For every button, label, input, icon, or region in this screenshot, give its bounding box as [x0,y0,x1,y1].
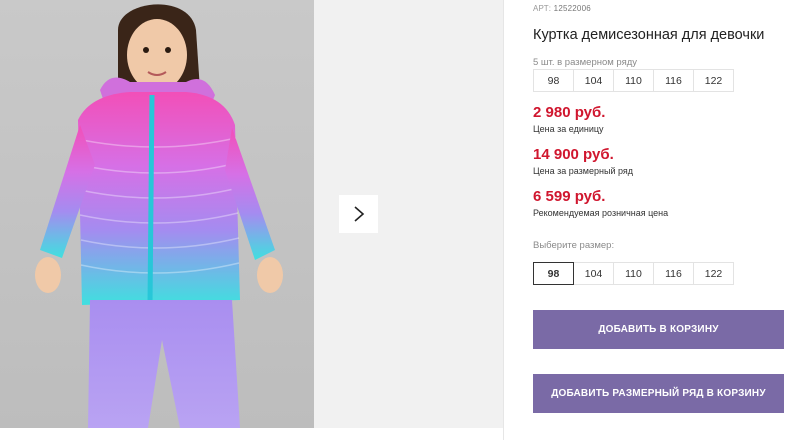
size-row-item: 104 [573,69,614,92]
size-row-item: 98 [533,69,574,92]
unit-price-caption: Цена за единицу [533,124,604,134]
product-title: Куртка демисезонная для девочки [533,27,765,43]
chevron-right-icon [353,206,364,222]
product-info-panel: АРТ: 12522006 Куртка демисезонная для де… [533,0,793,440]
panel-divider [503,0,504,440]
size-row-item: 116 [653,69,694,92]
add-size-row-to-cart-button[interactable]: ДОБАВИТЬ РАЗМЕРНЫЙ РЯД В КОРЗИНУ [533,374,784,413]
size-selector: 98 104 110 116 122 [533,262,734,285]
size-option-104[interactable]: 104 [573,262,614,285]
article-value: 12522006 [553,4,591,13]
size-option-110[interactable]: 110 [613,262,654,285]
add-to-cart-button[interactable]: ДОБАВИТЬ В КОРЗИНУ [533,310,784,349]
product-photo[interactable] [0,0,314,428]
next-photo-button[interactable] [339,195,378,233]
article-number: АРТ: 12522006 [533,4,591,13]
size-option-122[interactable]: 122 [693,262,734,285]
size-row-list: 98 104 110 116 122 [533,69,734,92]
size-row-item: 122 [693,69,734,92]
size-row-price-caption: Цена за размерный ряд [533,166,634,176]
product-gallery [0,0,503,440]
size-row-price: 14 900 руб. [533,146,614,163]
article-label: АРТ: [533,4,552,13]
retail-price: 6 599 руб. [533,188,606,205]
choose-size-label: Выберите размер: [533,240,615,251]
size-row-item: 110 [613,69,654,92]
size-option-116[interactable]: 116 [653,262,694,285]
size-row-caption: 5 шт. в размерном ряду [533,57,638,68]
girl-in-jacket-illustration [35,4,283,428]
retail-price-caption: Рекомендуемая розничная цена [533,208,669,218]
unit-price: 2 980 руб. [533,104,606,121]
size-option-98[interactable]: 98 [533,262,574,285]
